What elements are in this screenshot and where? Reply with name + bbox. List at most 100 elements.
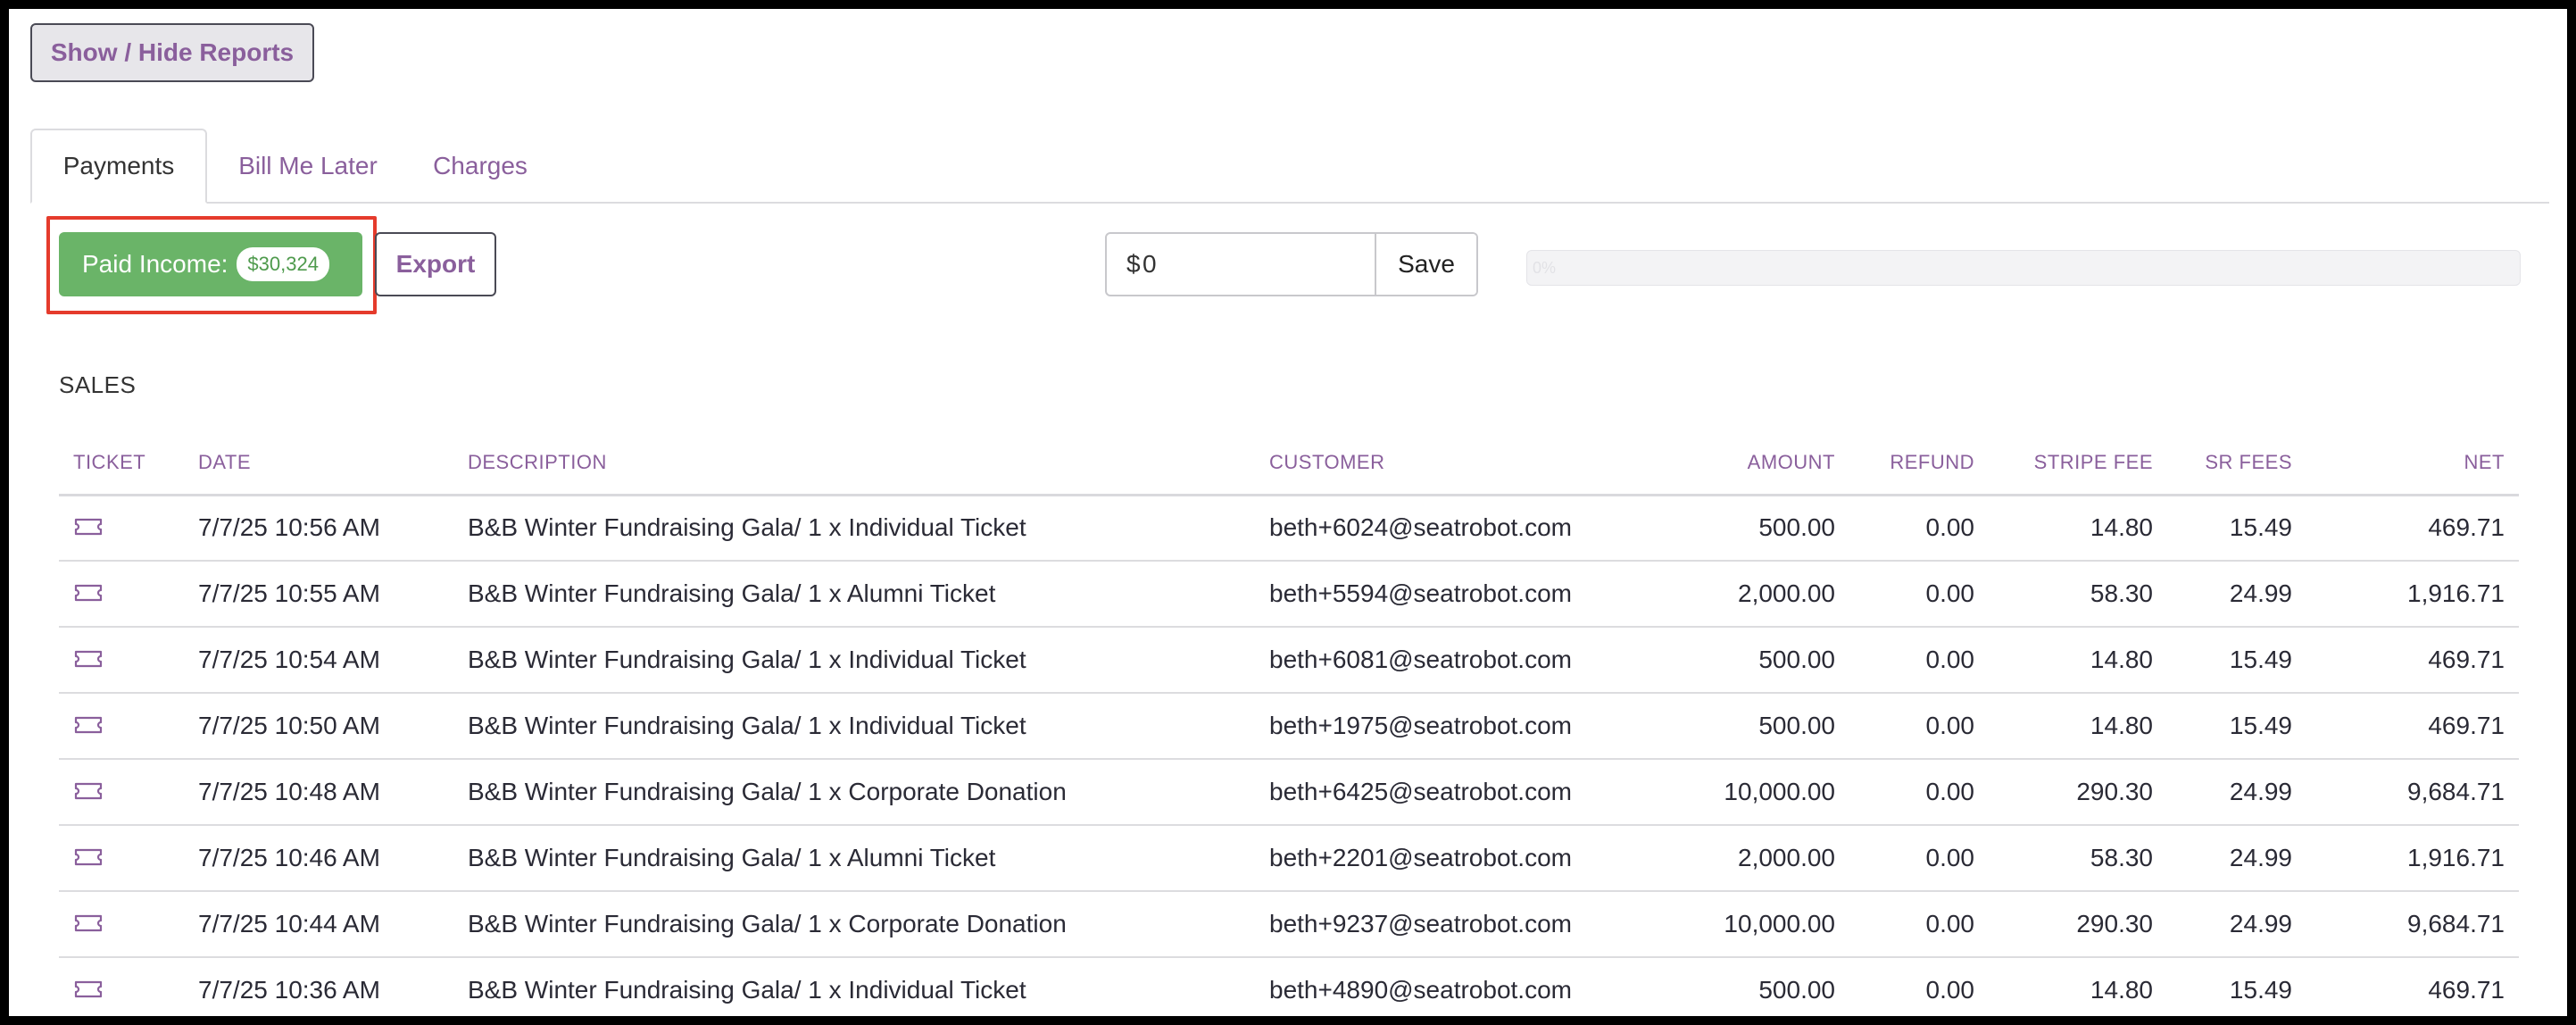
amount-cell: 500.00 — [1630, 627, 1849, 694]
show-hide-reports-button[interactable]: Show / Hide Reports — [30, 23, 314, 82]
column-header-description: DESCRIPTION — [453, 432, 1255, 496]
customer-cell: beth+1975@seatrobot.com — [1255, 693, 1630, 760]
ticket-icon[interactable] — [73, 580, 104, 609]
ticket-icon[interactable] — [73, 646, 104, 675]
customer-cell: beth+5594@seatrobot.com — [1255, 561, 1630, 628]
stripe-fee-cell: 14.80 — [1989, 627, 2167, 694]
net-cell: 9,684.71 — [2306, 891, 2519, 958]
table-row[interactable]: 7/7/25 10:54 AM B&B Winter Fundraising Ga… — [59, 627, 2519, 694]
table-row[interactable]: 7/7/25 10:50 AM B&B Winter Fundraising Ga… — [59, 693, 2519, 760]
ticket-cell[interactable] — [59, 957, 184, 1016]
currency-prefix: $ — [1126, 250, 1141, 278]
sr-fees-cell: 24.99 — [2167, 759, 2306, 826]
sr-fees-cell: 15.49 — [2167, 495, 2306, 562]
tab-charges[interactable]: Charges — [418, 129, 543, 204]
ticket-icon[interactable] — [73, 911, 104, 939]
tab-payments[interactable]: Payments — [30, 129, 207, 204]
table-row[interactable]: 7/7/25 10:46 AM B&B Winter Fundraising Ga… — [59, 825, 2519, 892]
description-cell: B&B Winter Fundraising Gala/ 1 x Individ… — [453, 957, 1255, 1016]
goal-amount-input[interactable] — [1137, 234, 1334, 295]
column-header-sr-fees: SR FEES — [2167, 432, 2306, 496]
table-row[interactable]: 7/7/25 10:44 AM B&B Winter Fundraising Ga… — [59, 891, 2519, 958]
date-cell: 7/7/25 10:55 AM — [184, 561, 453, 628]
date-cell: 7/7/25 10:56 AM — [184, 495, 453, 562]
sr-fees-cell: 24.99 — [2167, 825, 2306, 892]
sales-header-row: TICKET DATE DESCRIPTION CUSTOMER AMOUNT … — [59, 432, 2519, 496]
column-header-customer: CUSTOMER — [1255, 432, 1630, 496]
customer-cell: beth+9237@seatrobot.com — [1255, 891, 1630, 958]
description-cell: B&B Winter Fundraising Gala/ 1 x Alumni … — [453, 825, 1255, 892]
sr-fees-cell: 15.49 — [2167, 627, 2306, 694]
sales-heading: SALES — [59, 371, 137, 398]
ticket-icon[interactable] — [73, 514, 104, 543]
sr-fees-cell: 15.49 — [2167, 693, 2306, 760]
ticket-icon[interactable] — [73, 977, 104, 1005]
sr-fees-cell: 24.99 — [2167, 561, 2306, 628]
ticket-cell[interactable] — [59, 627, 184, 694]
sr-fees-cell: 24.99 — [2167, 891, 2306, 958]
ticket-cell[interactable] — [59, 495, 184, 562]
tabs-divider — [30, 202, 2549, 204]
stripe-fee-cell: 290.30 — [1989, 891, 2167, 958]
stripe-fee-cell: 14.80 — [1989, 693, 2167, 760]
stripe-fee-cell: 14.80 — [1989, 957, 2167, 1016]
column-header-net: NET — [2306, 432, 2519, 496]
date-cell: 7/7/25 10:54 AM — [184, 627, 453, 694]
goal-input-group: $ Save — [1105, 232, 1478, 296]
table-row[interactable]: 7/7/25 10:48 AM B&B Winter Fundraising Ga… — [59, 759, 2519, 826]
sr-fees-cell: 15.49 — [2167, 957, 2306, 1016]
amount-cell: 2,000.00 — [1630, 561, 1849, 628]
net-cell: 469.71 — [2306, 957, 2519, 1016]
description-cell: B&B Winter Fundraising Gala/ 1 x Individ… — [453, 627, 1255, 694]
save-goal-button[interactable]: Save — [1375, 234, 1476, 295]
description-cell: B&B Winter Fundraising Gala/ 1 x Individ… — [453, 495, 1255, 562]
refund-cell: 0.00 — [1849, 627, 1989, 694]
column-header-ticket: TICKET — [59, 432, 184, 496]
export-button[interactable]: Export — [375, 232, 496, 296]
tab-bill-me-later[interactable]: Bill Me Later — [223, 129, 393, 204]
ticket-cell[interactable] — [59, 693, 184, 760]
description-cell: B&B Winter Fundraising Gala/ 1 x Corpora… — [453, 759, 1255, 826]
paid-income-button[interactable]: Paid Income: $30,324 — [59, 232, 362, 296]
amount-cell: 10,000.00 — [1630, 891, 1849, 958]
net-cell: 469.71 — [2306, 627, 2519, 694]
customer-cell: beth+6425@seatrobot.com — [1255, 759, 1630, 826]
ticket-cell[interactable] — [59, 759, 184, 826]
net-cell: 469.71 — [2306, 495, 2519, 562]
stripe-fee-cell: 58.30 — [1989, 561, 2167, 628]
table-row[interactable]: 7/7/25 10:56 AM B&B Winter Fundraising Ga… — [59, 495, 2519, 562]
refund-cell: 0.00 — [1849, 825, 1989, 892]
ticket-cell[interactable] — [59, 561, 184, 628]
column-header-amount: AMOUNT — [1630, 432, 1849, 496]
date-cell: 7/7/25 10:44 AM — [184, 891, 453, 958]
stripe-fee-cell: 14.80 — [1989, 495, 2167, 562]
ticket-cell[interactable] — [59, 825, 184, 892]
column-header-stripe-fee: STRIPE FEE — [1989, 432, 2167, 496]
customer-cell: beth+6081@seatrobot.com — [1255, 627, 1630, 694]
column-header-refund: REFUND — [1849, 432, 1989, 496]
ticket-cell[interactable] — [59, 891, 184, 958]
amount-cell: 500.00 — [1630, 957, 1849, 1016]
refund-cell: 0.00 — [1849, 561, 1989, 628]
refund-cell: 0.00 — [1849, 693, 1989, 760]
ticket-icon[interactable] — [73, 712, 104, 741]
table-row[interactable]: 7/7/25 10:55 AM B&B Winter Fundraising Ga… — [59, 561, 2519, 628]
ticket-icon[interactable] — [73, 779, 104, 807]
description-cell: B&B Winter Fundraising Gala/ 1 x Individ… — [453, 693, 1255, 760]
refund-cell: 0.00 — [1849, 495, 1989, 562]
sales-table: TICKET DATE DESCRIPTION CUSTOMER AMOUNT … — [59, 432, 2519, 1016]
refund-cell: 0.00 — [1849, 759, 1989, 826]
amount-cell: 2,000.00 — [1630, 825, 1849, 892]
refund-cell: 0.00 — [1849, 957, 1989, 1016]
amount-cell: 500.00 — [1630, 693, 1849, 760]
net-cell: 1,916.71 — [2306, 825, 2519, 892]
reports-panel: Show / Hide Reports Payments Bill Me Lat… — [9, 9, 2567, 1016]
amount-cell: 500.00 — [1630, 495, 1849, 562]
ticket-icon[interactable] — [73, 845, 104, 873]
date-cell: 7/7/25 10:46 AM — [184, 825, 453, 892]
stripe-fee-cell: 58.30 — [1989, 825, 2167, 892]
customer-cell: beth+2201@seatrobot.com — [1255, 825, 1630, 892]
net-cell: 9,684.71 — [2306, 759, 2519, 826]
sales-table-body: 7/7/25 10:56 AM B&B Winter Fundraising Ga… — [59, 495, 2519, 1016]
table-row[interactable]: 7/7/25 10:36 AM B&B Winter Fundraising Ga… — [59, 957, 2519, 1016]
